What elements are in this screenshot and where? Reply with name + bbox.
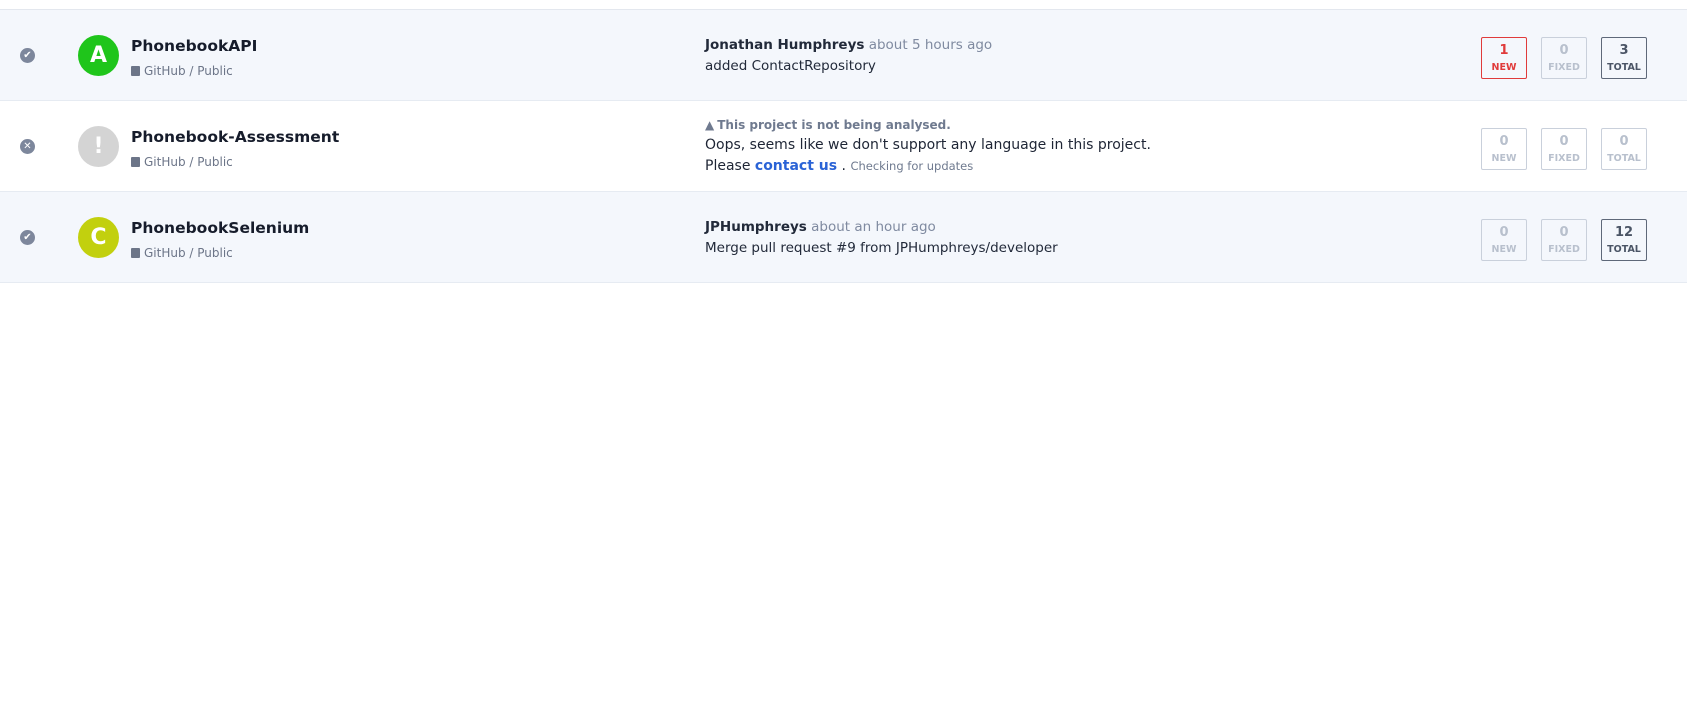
counter-label: NEW <box>1491 244 1517 255</box>
fixed-issues-counter[interactable]: 0 FIXED <box>1541 219 1587 261</box>
project-grade-avatar: C <box>78 217 119 258</box>
counter-label: TOTAL <box>1607 153 1641 164</box>
commit-author: Jonathan Humphreys <box>705 37 865 53</box>
counter-value: 0 <box>1619 134 1629 149</box>
counter-value: 0 <box>1559 225 1569 240</box>
project-source-label: GitHub / Public <box>144 246 233 260</box>
counter-label: NEW <box>1491 153 1517 164</box>
project-name-link[interactable]: Phonebook-Assessment <box>131 128 339 146</box>
counter-value: 0 <box>1499 134 1509 149</box>
project-name-link[interactable]: PhonebookAPI <box>131 37 257 55</box>
total-issues-counter[interactable]: 3 TOTAL <box>1601 37 1647 79</box>
warning-message: Oops, seems like we don't support any la… <box>705 137 1151 153</box>
fixed-issues-counter[interactable]: 0 FIXED <box>1541 37 1587 79</box>
not-analysed-warning-title: ▲ This project is not being analysed. <box>705 118 951 132</box>
fixed-issues-counter[interactable]: 0 FIXED <box>1541 128 1587 170</box>
warning-title-text: This project is not being analysed. <box>717 118 951 132</box>
check-circle-icon: ✔ <box>20 48 35 63</box>
check-circle-icon: ✔ <box>20 230 35 245</box>
total-issues-counter[interactable]: 12 TOTAL <box>1601 219 1647 261</box>
commit-author: JPHumphreys <box>705 219 807 235</box>
last-commit-meta: Jonathan Humphreys about 5 hours ago <box>705 37 992 53</box>
project-name-link[interactable]: PhonebookSelenium <box>131 219 309 237</box>
warning-period: . <box>841 158 846 174</box>
counter-value: 0 <box>1559 43 1569 58</box>
new-issues-counter[interactable]: 0 NEW <box>1481 219 1527 261</box>
list-top-border <box>0 0 1687 10</box>
project-row[interactable]: ✕ ! Phonebook-Assessment GitHub / Public… <box>0 101 1687 192</box>
total-issues-counter[interactable]: 0 TOTAL <box>1601 128 1647 170</box>
counter-label: TOTAL <box>1607 244 1641 255</box>
new-issues-counter[interactable]: 1 NEW <box>1481 37 1527 79</box>
counter-value: 12 <box>1614 225 1634 240</box>
commit-message: added ContactRepository <box>705 58 876 74</box>
book-icon <box>131 157 140 167</box>
project-grade-avatar: A <box>78 35 119 76</box>
project-row[interactable]: ✔ C PhonebookSelenium GitHub / Public JP… <box>0 192 1687 283</box>
counter-label: TOTAL <box>1607 62 1641 73</box>
commit-time: about an hour ago <box>811 219 936 235</box>
project-source: GitHub / Public <box>131 246 233 260</box>
commit-message: Merge pull request #9 from JPHumphreys/d… <box>705 240 1058 256</box>
commit-time: about 5 hours ago <box>868 37 993 53</box>
counter-value: 0 <box>1559 134 1569 149</box>
counter-value: 1 <box>1499 43 1509 58</box>
last-commit-meta: JPHumphreys about an hour ago <box>705 219 936 235</box>
counter-value: 3 <box>1619 43 1629 58</box>
book-icon <box>131 66 140 76</box>
warning-contact-line: Please contact us . Checking for updates <box>705 158 973 174</box>
new-issues-counter[interactable]: 0 NEW <box>1481 128 1527 170</box>
warning-please-text: Please <box>705 158 751 174</box>
project-source: GitHub / Public <box>131 64 233 78</box>
warning-triangle-icon: ▲ <box>705 118 715 132</box>
checking-updates-text: Checking for updates <box>850 159 974 173</box>
counter-label: NEW <box>1491 62 1517 73</box>
project-source-label: GitHub / Public <box>144 155 233 169</box>
project-source-label: GitHub / Public <box>144 64 233 78</box>
counter-value: 0 <box>1499 225 1509 240</box>
counter-label: FIXED <box>1548 153 1580 164</box>
project-source: GitHub / Public <box>131 155 233 169</box>
project-grade-avatar: ! <box>78 126 119 167</box>
counter-label: FIXED <box>1548 62 1580 73</box>
contact-us-link[interactable]: contact us <box>755 158 837 174</box>
counter-label: FIXED <box>1548 244 1580 255</box>
book-icon <box>131 248 140 258</box>
project-row[interactable]: ✔ A PhonebookAPI GitHub / Public Jonatha… <box>0 10 1687 101</box>
x-circle-icon: ✕ <box>20 139 35 154</box>
